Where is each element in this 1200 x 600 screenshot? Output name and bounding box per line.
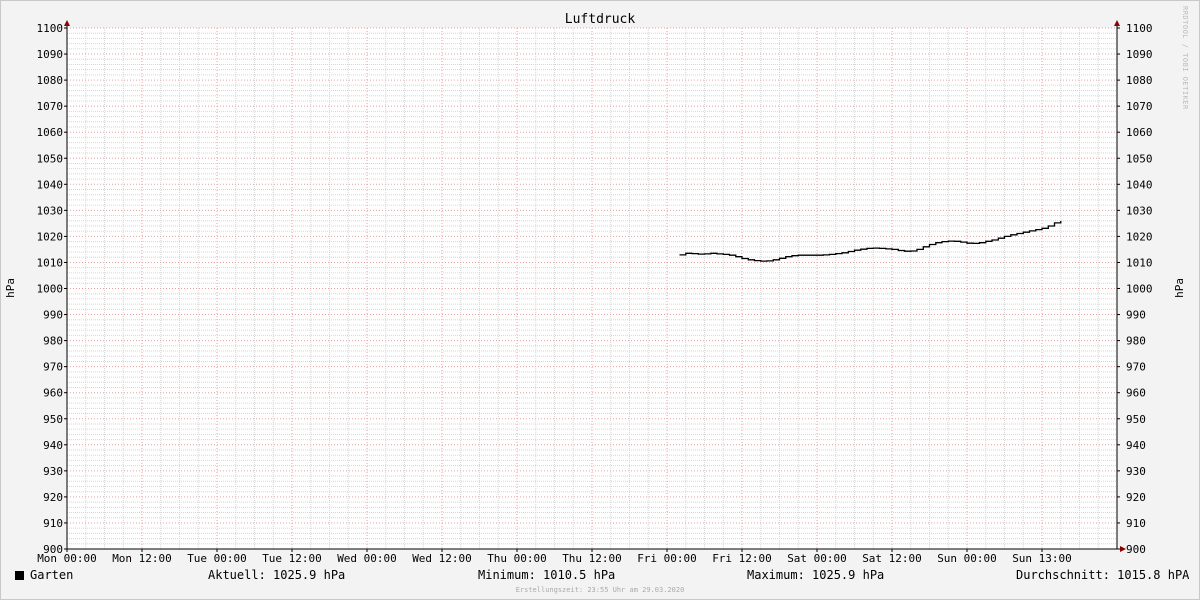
y-tick-label-right: 970 <box>1126 361 1146 374</box>
y-tick-label-left: 920 <box>43 491 63 504</box>
x-tick-label: Fri 12:00 <box>712 552 772 565</box>
y-tick-label-left: 1060 <box>37 126 64 139</box>
footer-timestamp: Erstellungszeit: 23:55 Uhr am 29.03.2020 <box>515 586 685 594</box>
y-tick-label-right: 930 <box>1126 465 1146 478</box>
y-tick-label-right: 1030 <box>1126 204 1153 217</box>
x-tick-label: Mon 12:00 <box>112 552 172 565</box>
y-tick-label-right: 1090 <box>1126 48 1153 61</box>
y-tick-label-left: 960 <box>43 387 63 400</box>
y-tick-label-right: 910 <box>1126 517 1146 530</box>
y-tick-label-left: 910 <box>43 517 63 530</box>
y-tick-label-left: 1010 <box>37 256 64 269</box>
y-tick-label-right: 1000 <box>1126 283 1153 296</box>
y-axis-label-right: hPa <box>1173 278 1186 298</box>
y-tick-label-right: 1020 <box>1126 230 1153 243</box>
x-tick-label: Sun 00:00 <box>937 552 997 565</box>
x-tick-label: Thu 12:00 <box>562 552 622 565</box>
y-tick-label-right: 920 <box>1126 491 1146 504</box>
legend-series: Garten <box>15 568 73 582</box>
y-tick-label-left: 930 <box>43 465 63 478</box>
x-tick-label: Wed 00:00 <box>337 552 397 565</box>
legend-row: Garten Aktuell: 1025.9 hPa Minimum: 1010… <box>0 568 1200 584</box>
y-tick-label-right: 1060 <box>1126 126 1153 139</box>
y-tick-label-left: 1090 <box>37 48 64 61</box>
x-tick-label: Sat 00:00 <box>787 552 847 565</box>
legend-swatch <box>15 571 24 580</box>
y-tick-label-left: 1020 <box>37 230 64 243</box>
x-tick-label: Tue 12:00 <box>262 552 322 565</box>
y-tick-label-left: 1050 <box>37 152 64 165</box>
y-tick-label-left: 1030 <box>37 204 64 217</box>
x-tick-label: Wed 12:00 <box>412 552 472 565</box>
y-tick-label-right: 1080 <box>1126 74 1153 87</box>
y-tick-label-left: 1040 <box>37 178 64 191</box>
y-tick-label-right: 1050 <box>1126 152 1153 165</box>
y-tick-label-left: 1070 <box>37 100 64 113</box>
y-axis-label-left: hPa <box>4 278 17 298</box>
x-tick-label: Fri 00:00 <box>637 552 697 565</box>
legend-minimum: Minimum: 1010.5 hPa <box>478 568 616 582</box>
y-tick-label-left: 1000 <box>37 283 64 296</box>
y-tick-label-left: 950 <box>43 413 63 426</box>
x-tick-label: Thu 00:00 <box>487 552 547 565</box>
legend-average: Durchschnitt: 1015.8 hPA <box>1016 568 1190 582</box>
chart-title: Luftdruck <box>564 12 636 27</box>
y-tick-label-left: 990 <box>43 309 63 322</box>
x-tick-label: Tue 00:00 <box>187 552 247 565</box>
y-tick-label-right: 940 <box>1126 439 1146 452</box>
chart-canvas: 900 900910 910920 920930 930940 940950 950960 9… <box>37 20 1153 565</box>
y-tick-label-right: 900 <box>1126 543 1146 556</box>
y-tick-label-right: 980 <box>1126 335 1146 348</box>
y-tick-label-right: 990 <box>1126 309 1146 322</box>
x-tick-label: Sat 12:00 <box>862 552 922 565</box>
y-tick-label-left: 980 <box>43 335 63 348</box>
y-tick-label-right: 950 <box>1126 413 1146 426</box>
y-tick-label-left: 1080 <box>37 74 64 87</box>
y-tick-label-right: 1070 <box>1126 100 1153 113</box>
x-tick-label: Mon 00:00 <box>37 552 97 565</box>
y-tick-label-left: 970 <box>43 361 63 374</box>
legend-current: Aktuell: 1025.9 hPa <box>208 568 346 582</box>
y-tick-label-right: 960 <box>1126 387 1146 400</box>
y-tick-label-right: 1010 <box>1126 256 1153 269</box>
y-tick-label-right: 1040 <box>1126 178 1153 191</box>
y-tick-label-left: 940 <box>43 439 63 452</box>
legend-series-label: Garten <box>30 568 74 582</box>
watermark: RRDTOOL / TOBI OETIKER <box>1181 6 1189 110</box>
legend-maximum: Maximum: 1025.9 hPa <box>747 568 885 582</box>
x-tick-label: Sun 13:00 <box>1012 552 1072 565</box>
